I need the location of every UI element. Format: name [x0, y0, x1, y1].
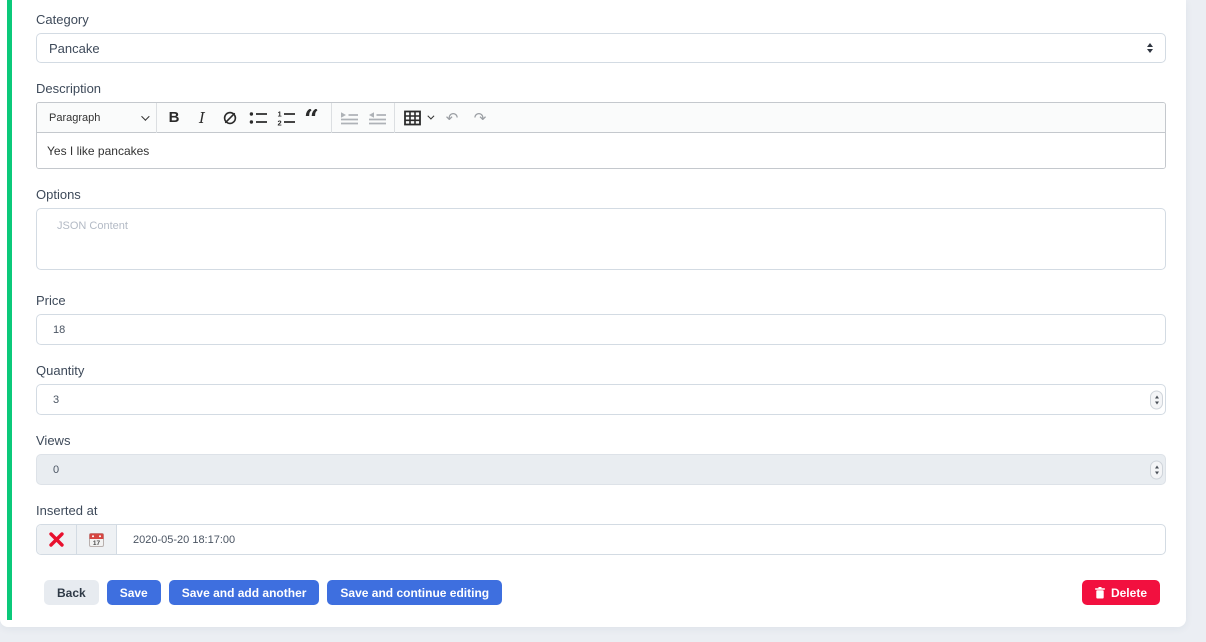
save-and-continue-editing-button[interactable]: Save and continue editing	[327, 580, 502, 605]
paragraph-style-label: Paragraph	[49, 112, 100, 124]
options-label: Options	[36, 187, 1166, 202]
form-card: Category Pancake Description Paragraph B…	[0, 0, 1186, 627]
block-quote-icon: “	[304, 109, 324, 127]
trash-icon	[1095, 587, 1105, 599]
calendar-button[interactable]: 17	[77, 525, 117, 554]
description-label: Description	[36, 81, 1166, 96]
back-button[interactable]: Back	[44, 580, 99, 605]
table-icon	[404, 110, 421, 126]
quantity-label: Quantity	[36, 363, 1166, 378]
quantity-stepper[interactable]	[1150, 390, 1163, 409]
block-quote-button[interactable]: “	[300, 106, 328, 130]
calendar-icon: 17	[88, 532, 105, 548]
stepper-up-icon	[1155, 465, 1159, 468]
form-actions: Back Save Save and add another Save and …	[36, 580, 1166, 605]
undo-icon: ↶	[446, 109, 459, 127]
paragraph-style-dropdown[interactable]: Paragraph	[43, 106, 153, 130]
bulleted-list-icon	[248, 109, 268, 127]
editor-toolbar: Paragraph B I	[37, 103, 1165, 133]
price-label: Price	[36, 293, 1166, 308]
datetime-picker-group: 17	[36, 524, 1166, 555]
stepper-up-icon	[1155, 395, 1159, 398]
indent-icon	[339, 109, 360, 127]
svg-text:“: “	[304, 109, 319, 127]
bulleted-list-button[interactable]	[244, 106, 272, 130]
outdent-button[interactable]	[363, 106, 391, 130]
redo-button[interactable]: ↷	[466, 106, 494, 130]
category-label: Category	[36, 12, 1166, 27]
save-button[interactable]: Save	[107, 580, 161, 605]
delete-button[interactable]: Delete	[1082, 580, 1160, 605]
inserted-at-label: Inserted at	[36, 503, 1166, 518]
select-updown-icon	[1147, 43, 1153, 53]
views-input	[36, 454, 1166, 485]
italic-button[interactable]: I	[188, 106, 216, 130]
editor-content[interactable]: Yes I like pancakes	[37, 133, 1165, 168]
options-textarea[interactable]	[36, 208, 1166, 270]
stepper-down-icon	[1155, 471, 1159, 474]
category-select[interactable]: Pancake	[36, 33, 1166, 63]
insert-table-button[interactable]	[398, 106, 438, 130]
numbered-list-icon: 1 2	[276, 109, 296, 127]
save-and-add-another-button[interactable]: Save and add another	[169, 580, 320, 605]
rich-text-editor: Paragraph B I	[36, 102, 1166, 169]
link-icon	[221, 109, 239, 127]
quantity-input[interactable]	[36, 384, 1166, 415]
category-selected-value: Pancake	[49, 41, 100, 56]
accent-bar	[7, 0, 12, 620]
inserted-at-input[interactable]	[117, 525, 1165, 554]
svg-text:1: 1	[278, 109, 282, 118]
views-label: Views	[36, 433, 1166, 448]
outdent-icon	[367, 109, 388, 127]
delete-button-label: Delete	[1111, 586, 1147, 600]
italic-icon: I	[199, 109, 205, 127]
clear-date-button[interactable]	[37, 525, 77, 554]
stepper-down-icon	[1155, 401, 1159, 404]
chevron-down-icon	[141, 112, 149, 120]
chevron-down-icon	[427, 113, 434, 120]
edit-form: Category Pancake Description Paragraph B…	[36, 0, 1166, 605]
numbered-list-button[interactable]: 1 2	[272, 106, 300, 130]
svg-text:17: 17	[93, 539, 101, 546]
bold-icon: B	[169, 109, 180, 126]
redo-icon: ↷	[474, 109, 487, 127]
price-input[interactable]	[36, 314, 1166, 345]
undo-button[interactable]: ↶	[438, 106, 466, 130]
indent-button[interactable]	[335, 106, 363, 130]
editor-text: Yes I like pancakes	[47, 144, 149, 158]
link-button[interactable]	[216, 106, 244, 130]
clear-x-icon	[48, 531, 65, 548]
bold-button[interactable]: B	[160, 106, 188, 130]
svg-text:2: 2	[278, 118, 282, 127]
views-stepper	[1150, 460, 1163, 479]
